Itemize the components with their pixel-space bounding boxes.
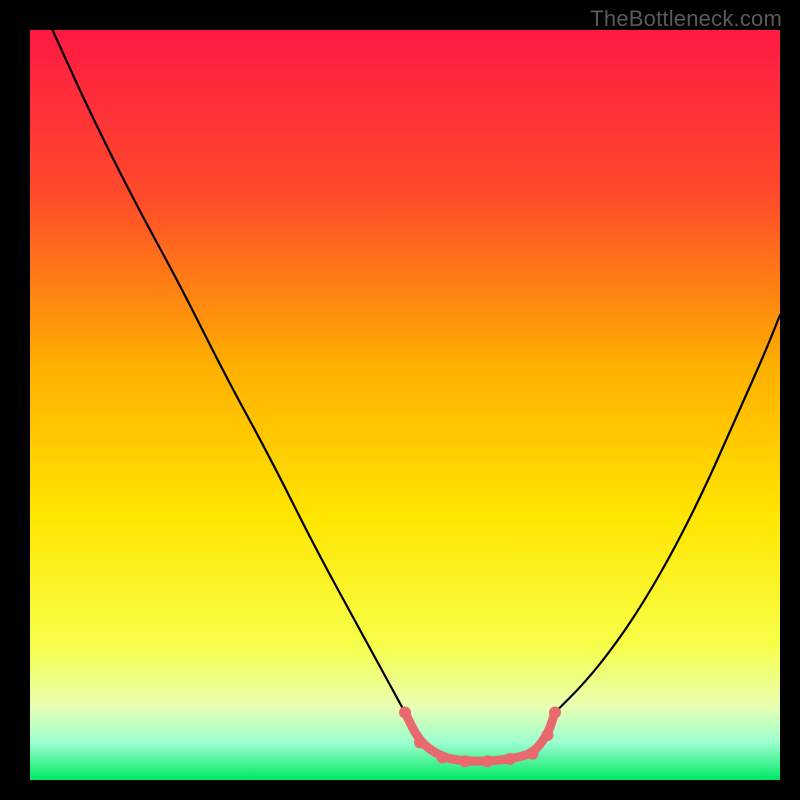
marker-point [399,707,411,719]
watermark-text: TheBottleneck.com [590,6,782,32]
marker-point [482,755,494,767]
marker-point [527,748,539,760]
marker-point [459,755,471,767]
chart-plot-area [30,30,780,780]
marker-point [437,752,449,764]
chart-svg [30,30,780,780]
marker-point [414,737,426,749]
marker-point [549,707,561,719]
marker-point [542,729,554,741]
marker-point [504,753,516,765]
chart-background-gradient [30,30,780,780]
